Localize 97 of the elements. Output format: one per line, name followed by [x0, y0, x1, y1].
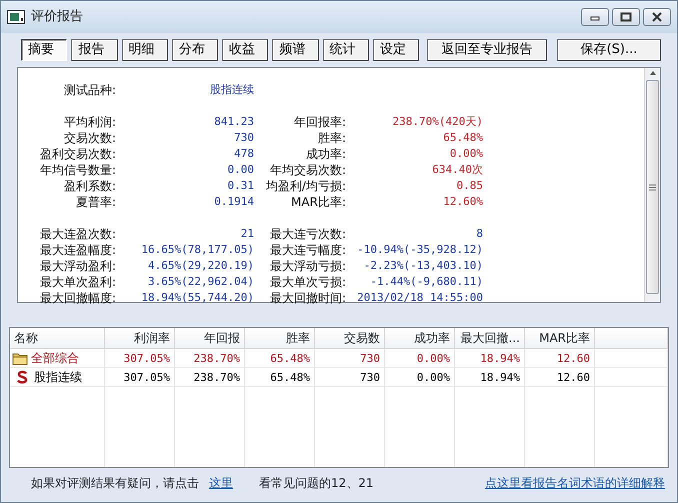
stat-label: 最大回撤时间: — [268, 290, 346, 306]
column-header[interactable]: MAR比率 — [525, 328, 595, 349]
stat-value: 65.48% — [442, 130, 483, 146]
return-button[interactable]: 返回至专业报告 — [427, 39, 547, 61]
stat-label: 年回报率: — [292, 114, 346, 130]
table-cell: 0.00% — [385, 349, 455, 368]
table-cell: 307.05% — [105, 349, 175, 368]
stat-value: 3.65%(22,962.04) — [147, 274, 254, 290]
table-cell: 238.70% — [175, 349, 245, 368]
strategy-icon — [16, 370, 28, 384]
help-link[interactable]: 这里 — [209, 474, 233, 492]
scrollbar-track[interactable] — [644, 68, 660, 302]
stat-label: 平均利润: — [62, 114, 116, 130]
table-cell: 12.60 — [525, 368, 595, 387]
stat-label: 交易次数: — [62, 130, 116, 146]
stat-value: 0.00% — [448, 146, 483, 162]
stat-value: 0.00 — [226, 162, 254, 178]
stat-value: 股指连续 — [209, 82, 254, 98]
stat-label: 夏普率: — [74, 194, 116, 210]
stat-value: 4.65%(29,220.19) — [147, 258, 254, 274]
save-button[interactable]: 保存(S)... — [557, 39, 661, 61]
maximize-button[interactable] — [612, 8, 640, 26]
close-icon — [651, 12, 663, 22]
stat-label: 最大浮动盈利: — [38, 258, 116, 274]
stat-value: 0.1914 — [213, 194, 254, 210]
stat-label: 最大连亏次数: — [268, 226, 346, 242]
table-cell: 730 — [315, 368, 385, 387]
stat-label: 年均交易次数: — [268, 162, 346, 178]
scroll-up-icon[interactable] — [648, 70, 656, 76]
stat-label: 最大连亏幅度: — [268, 242, 346, 258]
tab[interactable]: 分布 — [172, 39, 218, 61]
window-title: 评价报告 — [31, 8, 83, 26]
stat-value: 841.23 — [213, 114, 254, 130]
stat-label: 均盈利/均亏损: — [264, 178, 346, 194]
stat-label: 年均信号数量: — [38, 162, 116, 178]
column-header[interactable]: 成功率 — [385, 328, 455, 349]
help-text: 如果对评测结果有疑问，请点击 — [31, 475, 199, 492]
stat-label: 最大回撤幅度: — [38, 290, 116, 306]
table-cell: 65.48% — [245, 368, 315, 387]
stat-value: 0.31 — [226, 178, 254, 194]
stat-value: 0.85 — [456, 178, 483, 194]
table-cell: 18.94% — [455, 368, 525, 387]
grip-icon — [649, 184, 656, 190]
stat-value: -1.44%(-9,680.11) — [369, 274, 483, 290]
column-header[interactable]: 胜率 — [245, 328, 315, 349]
stat-label: MAR比率: — [290, 194, 346, 210]
tab[interactable]: 频谱 — [272, 39, 318, 61]
tab[interactable]: 明细 — [122, 39, 168, 61]
app-icon — [7, 10, 25, 24]
stat-label: 最大浮动亏损: — [268, 258, 346, 274]
stat-label: 成功率: — [304, 146, 346, 162]
stat-label: 最大连盈幅度: — [38, 242, 116, 258]
stat-value: 238.70%(420天) — [392, 114, 483, 130]
stat-value: 478 — [233, 146, 254, 162]
minimize-button[interactable] — [581, 8, 609, 26]
stat-value: 12.60% — [442, 194, 483, 210]
stat-value: 2013/02/18 14:55:00 — [356, 290, 483, 306]
stat-label: 测试品种: — [62, 82, 116, 98]
scroll-thumb[interactable] — [646, 80, 659, 294]
row-name[interactable]: 全部综合 — [31, 348, 79, 368]
folder-icon — [12, 352, 28, 364]
stat-label: 盈利交易次数: — [38, 146, 116, 162]
stat-label: 最大单次盈利: — [38, 274, 116, 290]
table-cell: 65.48% — [245, 349, 315, 368]
stat-value: -2.23%(-13,403.10) — [362, 258, 483, 274]
table-cell: 238.70% — [175, 368, 245, 387]
table-cell: 12.60 — [525, 349, 595, 368]
close-button[interactable] — [643, 8, 671, 26]
maximize-icon — [620, 12, 632, 22]
stat-value: 16.65%(78,177.05) — [140, 242, 254, 258]
table-cell: 0.00% — [385, 368, 455, 387]
column-header[interactable]: 名称 — [10, 328, 105, 349]
stat-value: 730 — [233, 130, 254, 146]
table-cell: 730 — [315, 349, 385, 368]
stat-value: -10.94%(-35,928.12) — [356, 242, 483, 258]
stat-label: 最大连盈次数: — [38, 226, 116, 242]
tab[interactable]: 报告 — [71, 39, 118, 61]
help-text: 看常见问题的12、21 — [259, 475, 374, 492]
column-header[interactable]: 利润率 — [105, 328, 175, 349]
column-header[interactable]: 最大回撤... — [455, 328, 525, 349]
glossary-link[interactable]: 点这里看报告名词术语的详细解释 — [485, 474, 665, 492]
tab[interactable]: 统计 — [322, 39, 369, 61]
stat-label: 盈利系数: — [62, 178, 116, 194]
tab[interactable]: 摘要 — [21, 39, 68, 61]
stat-label: 最大单次亏损: — [268, 274, 346, 290]
stat-value: 8 — [475, 226, 483, 242]
row-name[interactable]: 股指连续 — [34, 368, 82, 386]
table-cell: 18.94% — [455, 349, 525, 368]
table-cell: 307.05% — [105, 368, 175, 387]
tab[interactable]: 收益 — [222, 39, 268, 61]
stat-value: 21 — [240, 226, 254, 242]
tab[interactable]: 设定 — [372, 39, 419, 61]
column-header[interactable]: 交易数 — [315, 328, 385, 349]
stat-value: 634.40次 — [431, 162, 483, 178]
column-header[interactable]: 年回报 — [175, 328, 245, 349]
stat-label: 胜率: — [316, 130, 346, 146]
stat-value: 18.94%(55,744.20) — [140, 290, 254, 306]
